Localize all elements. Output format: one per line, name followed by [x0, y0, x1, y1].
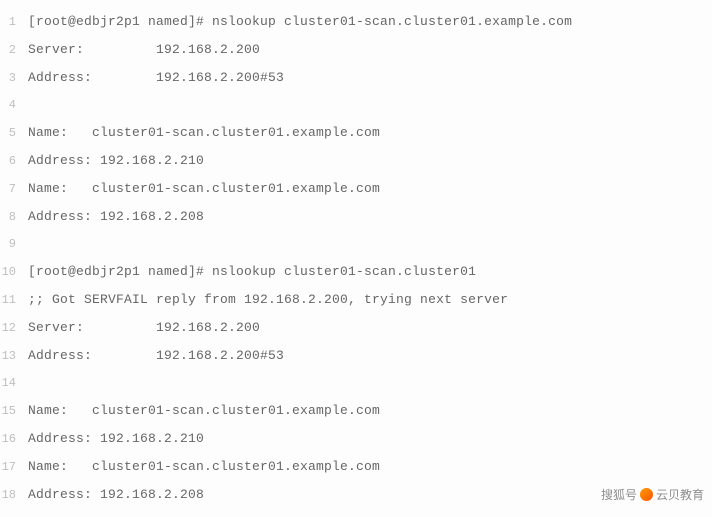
line-number: 9 — [0, 231, 28, 258]
code-line: 6Address: 192.168.2.210 — [0, 147, 712, 175]
code-line: 18Address: 192.168.2.208 — [0, 481, 712, 509]
line-content: Address: 192.168.2.208 — [28, 481, 204, 508]
line-number: 1 — [0, 9, 28, 36]
line-content: Name: cluster01-scan.cluster01.example.c… — [28, 453, 380, 480]
code-line: 14 — [0, 370, 712, 397]
line-content: Address: 192.168.2.210 — [28, 147, 204, 174]
code-line: 16Address: 192.168.2.210 — [0, 425, 712, 453]
line-content: [root@edbjr2p1 named]# nslookup cluster0… — [28, 258, 476, 285]
code-line: 15Name: cluster01-scan.cluster01.example… — [0, 397, 712, 425]
line-number: 15 — [0, 398, 28, 425]
line-number: 2 — [0, 37, 28, 64]
code-line: 2Server: 192.168.2.200 — [0, 36, 712, 64]
line-number: 10 — [0, 259, 28, 286]
line-content: Address: 192.168.2.210 — [28, 425, 204, 452]
line-content: Name: cluster01-scan.cluster01.example.c… — [28, 119, 380, 146]
line-number: 16 — [0, 426, 28, 453]
line-number: 11 — [0, 287, 28, 314]
line-number: 17 — [0, 454, 28, 481]
line-content: Server: 192.168.2.200 — [28, 314, 260, 341]
line-content: Name: cluster01-scan.cluster01.example.c… — [28, 397, 380, 424]
code-line: 8Address: 192.168.2.208 — [0, 203, 712, 231]
line-number: 14 — [0, 370, 28, 397]
line-number: 12 — [0, 315, 28, 342]
code-line: 9 — [0, 231, 712, 258]
line-number: 13 — [0, 343, 28, 370]
code-line: 1[root@edbjr2p1 named]# nslookup cluster… — [0, 8, 712, 36]
code-line: 3Address: 192.168.2.200#53 — [0, 64, 712, 92]
line-content: Server: 192.168.2.200 — [28, 36, 260, 63]
line-content: [root@edbjr2p1 named]# nslookup cluster0… — [28, 8, 572, 35]
code-line: 17Name: cluster01-scan.cluster01.example… — [0, 453, 712, 481]
line-number: 5 — [0, 120, 28, 147]
line-content: Address: 192.168.2.208 — [28, 203, 204, 230]
line-content: ;; Got SERVFAIL reply from 192.168.2.200… — [28, 286, 508, 313]
line-number: 3 — [0, 65, 28, 92]
code-line: 13Address: 192.168.2.200#53 — [0, 342, 712, 370]
code-line: 7Name: cluster01-scan.cluster01.example.… — [0, 175, 712, 203]
code-line: 11;; Got SERVFAIL reply from 192.168.2.2… — [0, 286, 712, 314]
code-line: 5Name: cluster01-scan.cluster01.example.… — [0, 119, 712, 147]
code-line: 12Server: 192.168.2.200 — [0, 314, 712, 342]
terminal-output: 1[root@edbjr2p1 named]# nslookup cluster… — [0, 0, 712, 517]
code-line: 10[root@edbjr2p1 named]# nslookup cluste… — [0, 258, 712, 286]
line-content: Address: 192.168.2.200#53 — [28, 342, 284, 369]
line-number: 6 — [0, 148, 28, 175]
line-number: 8 — [0, 204, 28, 231]
code-line: 4 — [0, 92, 712, 119]
line-number: 7 — [0, 176, 28, 203]
line-content: Address: 192.168.2.200#53 — [28, 64, 284, 91]
line-content: Name: cluster01-scan.cluster01.example.c… — [28, 175, 380, 202]
line-number: 4 — [0, 92, 28, 119]
line-number: 18 — [0, 482, 28, 509]
